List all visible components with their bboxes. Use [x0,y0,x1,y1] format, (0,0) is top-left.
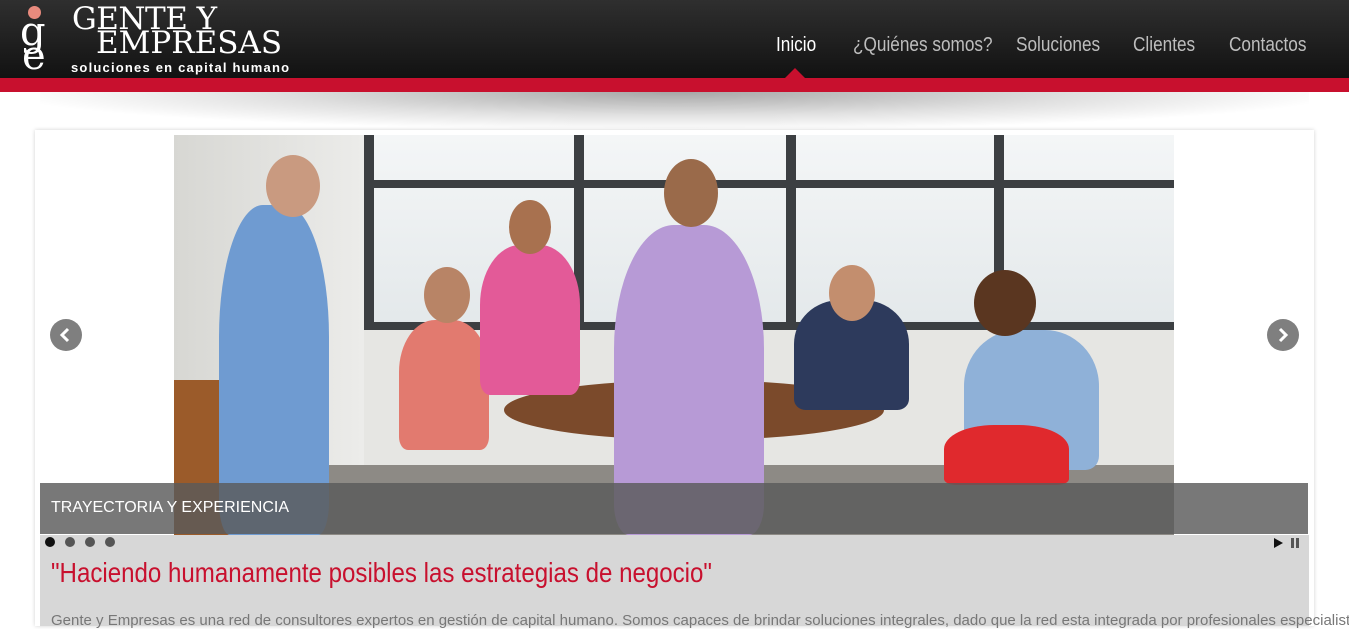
logo-monogram: g e [18,4,62,76]
slider-card: TRAYECTORIA Y EXPERIENCIA "Haciendo huma… [35,130,1349,629]
pause-icon[interactable] [1291,538,1300,548]
slider-dot-1[interactable] [45,537,55,547]
content-panel: "Haciendo humanamente posibles las estra… [40,535,1349,629]
nav-item-clientes[interactable]: Clientes [1133,34,1195,57]
logo-name-line2: EMPRESAS [96,25,283,61]
nav-item-quienes-somos[interactable]: ¿Quiénes somos? [853,34,993,57]
intro-paragraph: Gente y Empresas es una red de consultor… [51,612,1349,629]
slider-dot-4[interactable] [105,537,115,547]
logo-tagline: soluciones en capital humano [71,60,291,75]
slide-caption-bar: TRAYECTORIA Y EXPERIENCIA [40,483,1308,534]
site-header: g e GENTE Y EMPRESAS soluciones en capit… [0,0,1349,78]
slider-dot-2[interactable] [65,537,75,547]
logo[interactable]: g e GENTE Y EMPRESAS soluciones en capit… [18,4,308,77]
page-headline: "Haciendo humanamente posibles las estra… [51,557,712,588]
chevron-right-icon [1278,327,1289,343]
nav-item-inicio[interactable]: Inicio [776,34,816,57]
chevron-left-icon [59,327,70,343]
slider-dot-3[interactable] [85,537,95,547]
slider-prev-button[interactable] [50,319,82,351]
nav-item-contactos[interactable]: Contactos [1229,34,1306,57]
nav-item-soluciones[interactable]: Soluciones [1016,34,1100,57]
slide-image-office-team[interactable] [174,135,1174,535]
header-shadow [40,92,1309,128]
slider-pagination [45,537,115,547]
header-accent-bar [0,78,1349,92]
slider-next-button[interactable] [1267,319,1299,351]
play-icon[interactable] [1274,538,1283,548]
active-nav-indicator [785,68,805,78]
slide-caption: TRAYECTORIA Y EXPERIENCIA [51,499,289,516]
